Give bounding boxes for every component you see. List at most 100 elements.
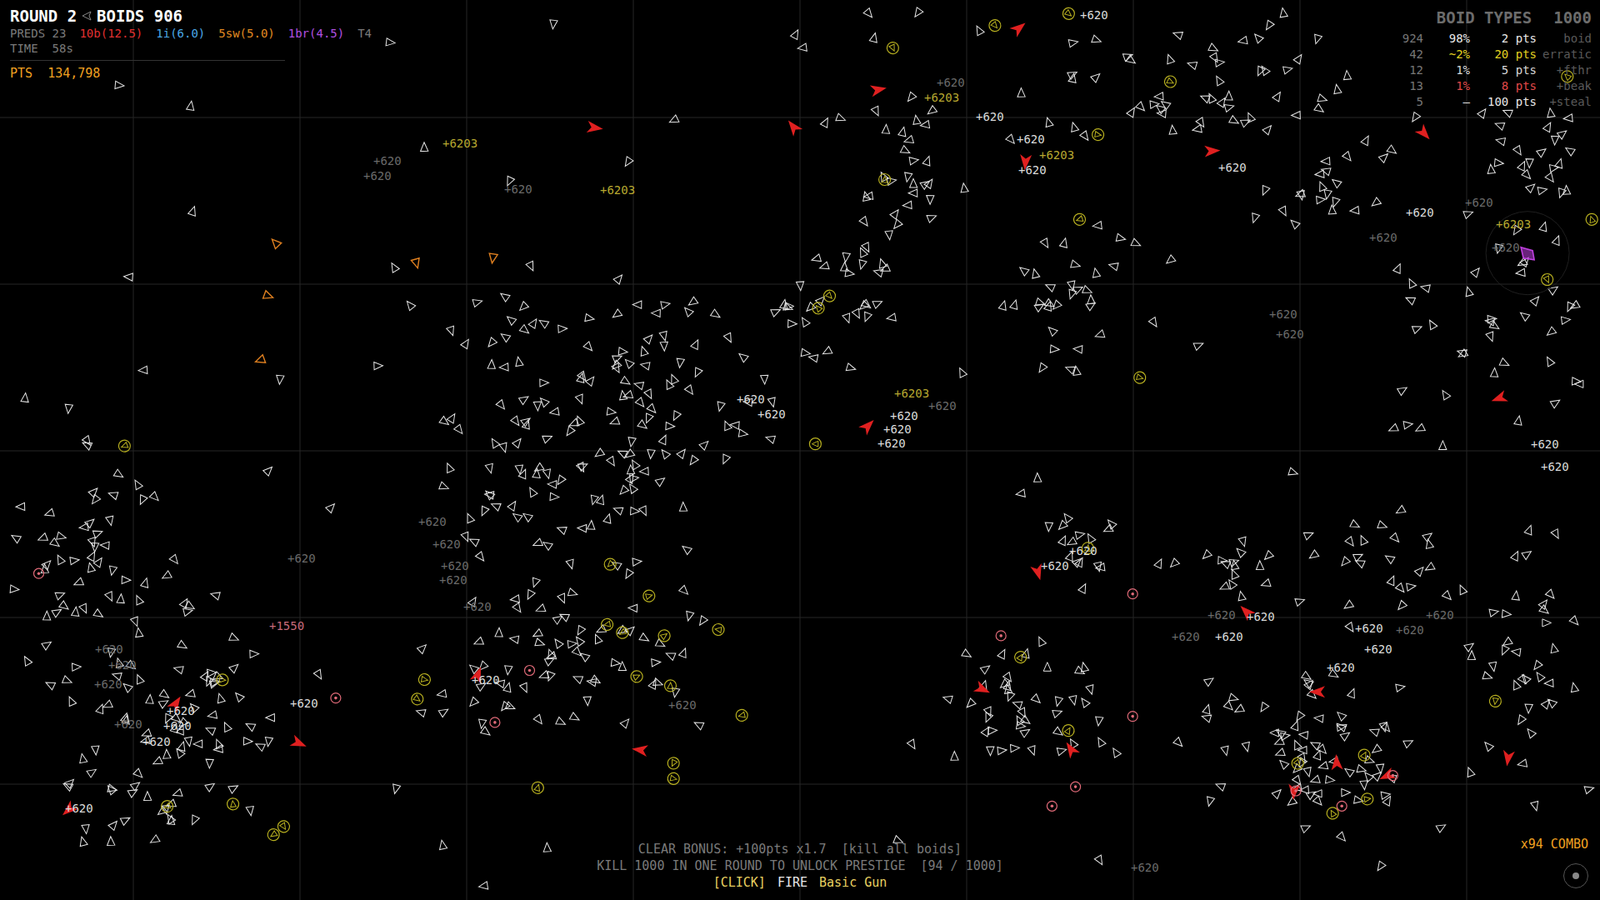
boid-icon — [1524, 524, 1535, 535]
erratic-icon — [1325, 805, 1341, 821]
boid-icon — [613, 272, 625, 285]
boid-icon — [1034, 300, 1046, 312]
boid-icon — [1259, 185, 1270, 197]
boid-icon — [1004, 691, 1015, 703]
boid-icon — [1233, 704, 1245, 715]
boid-icon — [876, 257, 887, 269]
boid-icon — [1208, 43, 1220, 55]
boid-icon — [660, 300, 671, 310]
boid-icon — [1320, 165, 1331, 176]
prestige-progress: KILL 1000 IN ONE ROUND TO UNLOCK PRESTIG… — [596, 858, 1004, 874]
game-screen[interactable]: +620+620+6203+620+620+6203+620+620+6203+… — [0, 0, 1600, 900]
boid-icon — [1213, 74, 1225, 86]
boid-icon — [1030, 268, 1040, 280]
boid-icon — [264, 737, 274, 748]
boid-icon — [841, 252, 850, 263]
boid-icon — [690, 338, 702, 350]
boid-icon — [1273, 737, 1285, 749]
boid-icon — [1301, 671, 1314, 683]
boid-icon — [1390, 532, 1402, 545]
boid-icon — [1223, 700, 1235, 713]
boid-icon — [438, 839, 448, 850]
boid-icon — [1370, 744, 1382, 756]
boid-icon — [545, 671, 555, 683]
boid-icon — [325, 500, 338, 513]
play-field[interactable] — [0, 0, 1600, 900]
score-popup: +620 — [108, 658, 137, 672]
boid-icon — [130, 616, 141, 628]
boid-icon — [1486, 164, 1495, 175]
boid-icon — [1094, 716, 1103, 727]
target-icon — [1127, 589, 1138, 600]
boid-type-row: 5–100 pts+steal — [1386, 94, 1592, 110]
erratic-group — [116, 5, 1600, 844]
boid-icon — [415, 707, 426, 718]
boid-icon — [93, 609, 105, 620]
boid-icon — [148, 835, 160, 846]
boid-icon — [1274, 726, 1286, 739]
boid-icon — [205, 759, 215, 769]
boid-icon — [835, 113, 847, 124]
score-popup: +620 — [1369, 230, 1398, 245]
boid-icon — [177, 640, 190, 651]
boid-icon — [1229, 693, 1240, 704]
boid-icon — [678, 646, 689, 658]
boid-icon — [1525, 180, 1538, 193]
score-popup: +620 — [883, 422, 912, 436]
score-popup: +620 — [1069, 544, 1098, 558]
boid-icon — [679, 585, 691, 597]
boid-icon — [1236, 590, 1246, 601]
fire-key: [CLICK] — [713, 875, 766, 890]
boid-icon — [1304, 678, 1316, 690]
boid-icon — [1205, 91, 1217, 103]
clear-bonus: CLEAR BONUS: +100pts x1.7 [kill all boid… — [638, 841, 962, 857]
boid-icon — [1171, 29, 1183, 40]
boid-icon — [43, 508, 55, 519]
predator-icon — [290, 735, 310, 752]
boid-icon — [663, 378, 675, 390]
boid-icon — [961, 649, 974, 660]
boid-icon — [1043, 662, 1051, 672]
boid-icon — [213, 671, 225, 683]
boid-icon — [520, 682, 531, 694]
boid-icon — [205, 780, 217, 793]
boid-icon — [200, 670, 211, 682]
boid-icon — [87, 550, 99, 562]
grid-line — [1466, 0, 1468, 900]
boid-icon — [478, 505, 490, 517]
target-icon — [1290, 785, 1301, 796]
boid-icon — [925, 105, 938, 118]
boid-icon — [869, 31, 879, 43]
boid-icon — [577, 524, 587, 533]
boid-icon — [1377, 520, 1389, 531]
boid-icon — [956, 366, 968, 379]
boid-icon — [1260, 579, 1271, 590]
boid-icon — [879, 264, 890, 275]
boid-type-count: 924 — [1386, 30, 1424, 46]
boid-icon — [626, 465, 635, 475]
boid-types-header: BOID TYPES1000 — [1386, 8, 1592, 30]
boid-icon — [130, 779, 142, 791]
boid-icon — [1045, 324, 1058, 336]
boid-icon — [10, 585, 20, 594]
score-popup: +620 — [1405, 205, 1435, 220]
boid-icon — [628, 604, 638, 613]
predator-icon — [1309, 685, 1325, 698]
weapon-name: Basic Gun — [819, 875, 887, 890]
erratic-icon — [226, 797, 240, 811]
boid-type-name: +beak — [1536, 78, 1592, 94]
boid-icon — [585, 314, 595, 324]
boid-icon — [1085, 299, 1098, 310]
boid-icon — [845, 363, 857, 374]
boid-icon — [145, 694, 155, 704]
boid-icon — [131, 478, 143, 490]
boid-icon — [1229, 556, 1240, 567]
boid-icon — [1059, 237, 1070, 249]
boid-icon — [856, 260, 867, 271]
boid-icon — [510, 595, 520, 604]
boid-icon — [160, 570, 172, 582]
boid-icon — [1380, 790, 1391, 800]
boid-icon — [1075, 665, 1087, 677]
boid-icon — [1342, 765, 1355, 778]
boid-icon — [1300, 822, 1312, 834]
